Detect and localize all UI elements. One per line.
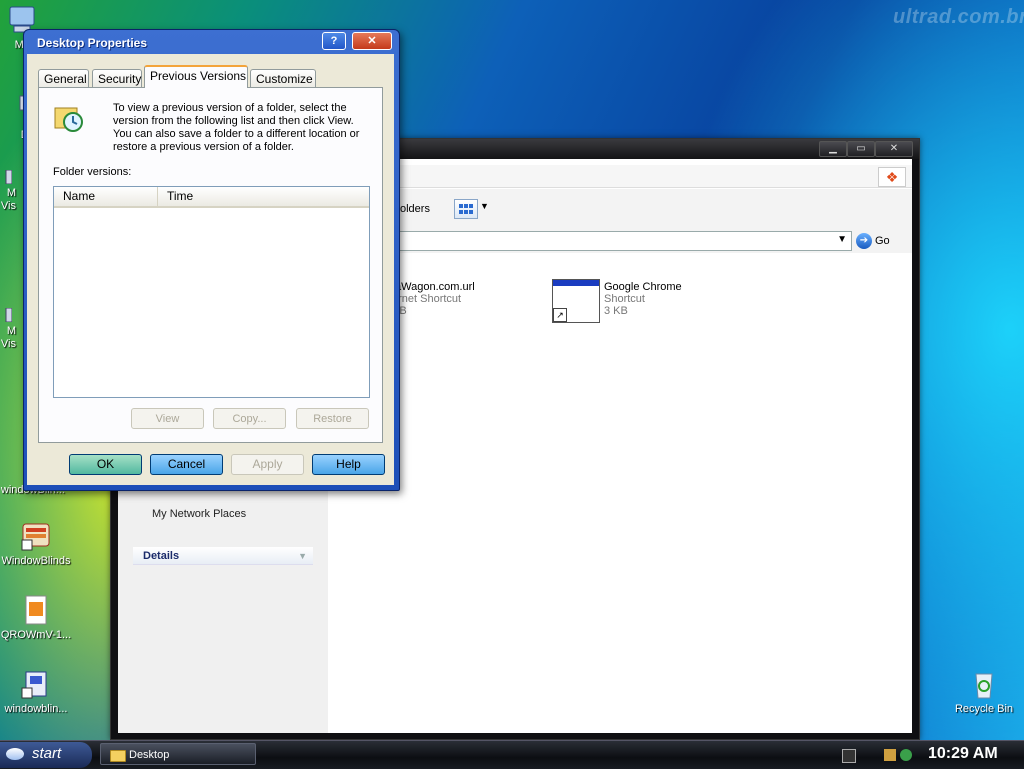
folder-versions-label: Folder versions: (53, 166, 132, 178)
dialog-title: Desktop Properties (37, 36, 148, 50)
folder-icon (110, 750, 126, 762)
column-header-name[interactable]: Name (54, 187, 158, 206)
views-button[interactable] (454, 199, 478, 219)
apply-button[interactable]: Apply (231, 454, 304, 475)
system-tray: 10:29 AM (840, 743, 1024, 767)
file-size: 3 KB (604, 305, 628, 317)
dialog-body: General Security Previous Versions Custo… (27, 54, 394, 485)
properties-dialog[interactable]: Desktop Properties ? ✕ General Security … (23, 29, 400, 491)
desktop-icon-label: M Vis (0, 187, 16, 212)
go-arrow-icon: ➔ (856, 233, 872, 250)
views-icon (459, 204, 473, 214)
network-icon (138, 507, 152, 517)
desktop-icon-ms-visual-1[interactable]: M Vis (0, 169, 24, 213)
keyboard-icon[interactable] (842, 749, 856, 763)
file-name: Google Chrome (604, 281, 682, 293)
desktop-icon-label: Recycle Bin (954, 703, 1014, 715)
desktop-icon-label: M Vis (0, 325, 16, 350)
file-name: taWagon.com.url (392, 281, 475, 293)
tab-security[interactable]: Security (92, 69, 142, 87)
clock[interactable]: 10:29 AM (928, 745, 998, 763)
list-header: Name Time (54, 187, 369, 208)
windowblinds-tray-icon[interactable] (884, 749, 896, 761)
column-header-time[interactable]: Time (158, 187, 369, 206)
taskbar-item-label: Desktop (129, 749, 170, 761)
details-panel-header[interactable]: Details ▼ (133, 547, 313, 565)
desktop-icon-label: QROWmV-1... (0, 629, 72, 641)
chevron-down-icon[interactable]: ▼ (480, 201, 489, 211)
ok-button[interactable]: OK (69, 454, 142, 475)
file-item-url[interactable]: taWagon.com.url ernet Shortcut KB (392, 281, 475, 317)
file-type: Shortcut (604, 293, 645, 305)
update-tray-icon[interactable] (900, 749, 912, 761)
taskbar: start Desktop 10:29 AM (0, 740, 1024, 769)
tab-previous-versions[interactable]: Previous Versions (144, 65, 248, 88)
desktop-icon-ms-visual-2[interactable]: M Vis (0, 307, 24, 351)
file-size: KB (392, 305, 475, 317)
start-button[interactable]: start (0, 742, 92, 768)
file-item-google-chrome[interactable]: ↗ Google Chrome Shortcut 3 KB (552, 279, 752, 325)
start-orb-icon (6, 748, 24, 760)
help-title-button[interactable]: ? (322, 32, 346, 50)
folder-versions-list[interactable]: Name Time (53, 186, 370, 398)
go-label: Go (875, 235, 890, 247)
start-label: start (32, 745, 62, 762)
restore-button[interactable]: Restore (296, 408, 369, 429)
taskbar-item-desktop[interactable]: Desktop (100, 743, 256, 765)
copy-button[interactable]: Copy... (213, 408, 286, 429)
document-icon (20, 594, 52, 626)
folders-button[interactable]: olders (400, 203, 430, 215)
app-icon (0, 307, 13, 323)
cancel-button[interactable]: Cancel (150, 454, 223, 475)
windows-flag-icon: ❖ (878, 167, 906, 187)
file-list: taWagon.com.url ernet Shortcut KB ↗ Goog… (328, 253, 912, 733)
desktop-icon-windowblinds-installer[interactable]: windowblin... (0, 668, 76, 715)
shortcut-thumbnail-icon: ↗ (552, 279, 600, 323)
desktop-icon-label: WindowBlinds (1, 555, 71, 567)
desktop-icon-qrowmv[interactable]: QROWmV-1... (0, 594, 76, 641)
chevron-down-icon[interactable]: ▼ (298, 547, 307, 565)
tab-general[interactable]: General (38, 69, 89, 87)
tab-customize[interactable]: Customize (250, 69, 316, 87)
desktop-icon-recycle-bin[interactable]: Recycle Bin (944, 668, 1024, 715)
previous-versions-icon (53, 102, 85, 134)
windowblinds-icon (20, 520, 52, 552)
chevron-down-icon[interactable]: ▼ (837, 234, 847, 245)
desktop-icon-label: windowblin... (4, 703, 68, 715)
previous-versions-panel: To view a previous version of a folder, … (38, 87, 383, 443)
shortcut-arrow-icon: ↗ (553, 308, 567, 322)
file-type: ernet Shortcut (392, 293, 462, 305)
minimize-button[interactable]: ▁ (819, 141, 847, 157)
details-label: Details (143, 550, 180, 562)
previous-versions-description: To view a previous version of a folder, … (113, 102, 360, 153)
maximize-button[interactable]: ▭ (847, 141, 875, 157)
my-network-places-link[interactable]: My Network Places (138, 507, 246, 520)
view-button[interactable]: View (131, 408, 204, 429)
watermark-text: ultrad.com.br (893, 6, 1024, 28)
installer-icon (20, 668, 52, 700)
close-icon[interactable]: ✕ (352, 32, 392, 50)
help-button[interactable]: Help (312, 454, 385, 475)
app-icon (0, 169, 13, 185)
recycle-bin-icon (968, 668, 1000, 700)
go-button[interactable]: ➔ Go (856, 231, 906, 251)
close-button[interactable]: ✕ (875, 141, 913, 157)
network-places-label: My Network Places (152, 508, 247, 520)
desktop-icon-windowblinds[interactable]: WindowBlinds (0, 520, 76, 567)
